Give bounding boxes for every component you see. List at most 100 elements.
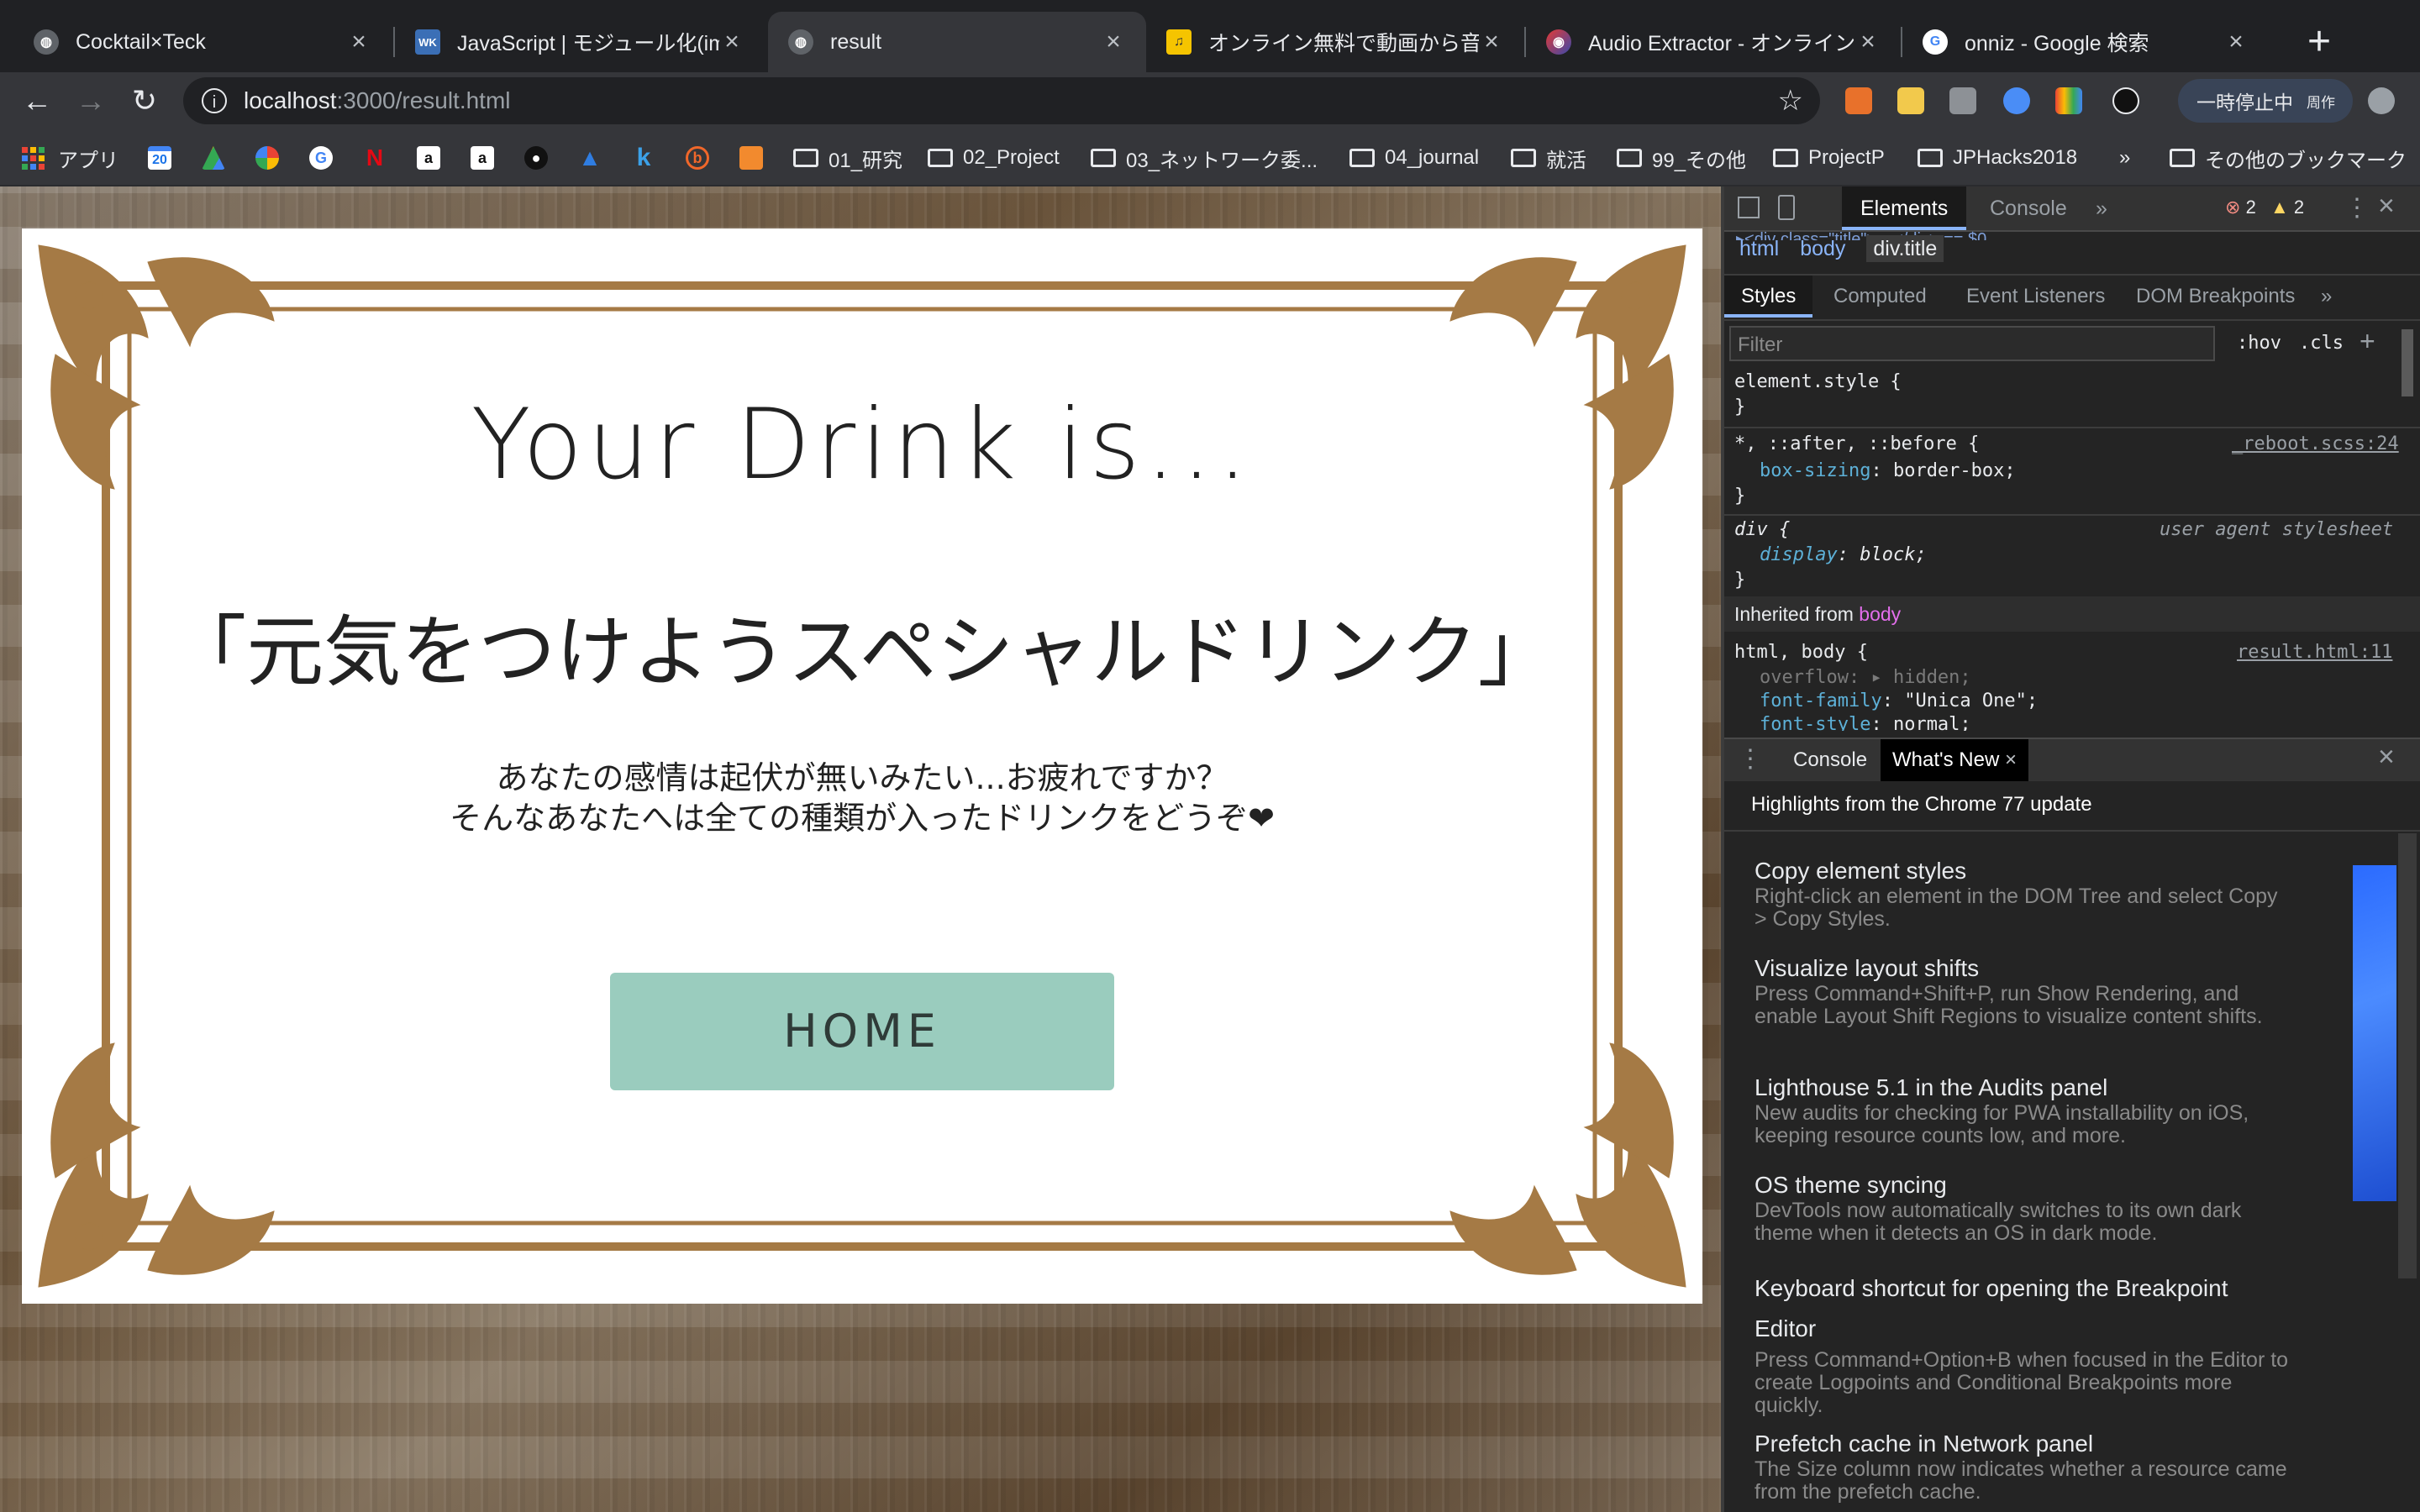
close-icon[interactable]: × xyxy=(719,28,744,56)
declaration[interactable]: box-sizing: border-box; xyxy=(1760,460,2016,481)
tab-console[interactable]: Console xyxy=(1971,186,2086,230)
declaration[interactable]: font-style: normal; xyxy=(1760,714,1971,731)
bookmark-folder-projectp[interactable]: ProjectP xyxy=(1773,139,1885,176)
bookmark-folder-network[interactable]: 03_ネットワーク委... xyxy=(1091,139,1318,176)
drawer-scrollbar[interactable] xyxy=(2398,833,2417,1278)
bookmark-folder-journal[interactable]: 04_journal xyxy=(1349,139,1479,176)
bookmark-box[interactable] xyxy=(739,139,763,176)
subtab-event-listeners[interactable]: Event Listeners xyxy=(1956,276,2115,318)
drawer-menu-icon[interactable]: ⋮ xyxy=(1738,744,1763,774)
address-bar[interactable]: i localhost:3000/result.html ☆ xyxy=(183,77,1820,124)
drawer-tab-whats-new[interactable]: What's New × xyxy=(1881,739,2028,781)
tab-javascript[interactable]: WK JavaScript | モジュール化(imp × xyxy=(395,12,765,72)
inspect-element-icon[interactable] xyxy=(1738,197,1760,218)
breadcrumb-body[interactable]: body xyxy=(1800,237,1845,260)
bookmark-netflix[interactable]: N xyxy=(363,139,387,176)
tab-audio-extractor[interactable]: ◉ Audio Extractor - オンラインで × xyxy=(1526,12,1901,72)
dark-mode-icon[interactable] xyxy=(2112,87,2139,114)
whats-new-item[interactable]: Prefetch cache in Network panel The Size… xyxy=(1754,1430,2292,1504)
tab-cocktail-teck[interactable]: ◍ Cocktail×Teck × xyxy=(13,12,392,72)
bookmark-b[interactable]: b xyxy=(686,139,709,176)
declaration[interactable]: overflow: ▸ hidden; xyxy=(1760,667,1971,688)
whats-new-item[interactable]: Copy element styles Right-click an eleme… xyxy=(1754,857,2292,931)
reload-button[interactable]: ↻ xyxy=(124,81,165,121)
subtab-styles[interactable]: Styles xyxy=(1724,276,1813,318)
close-icon[interactable]: × xyxy=(1855,28,1881,56)
extension-lightbulb-icon[interactable] xyxy=(1949,87,1976,114)
kebab-menu-icon[interactable]: ⋮ xyxy=(2344,193,2370,223)
source-link[interactable]: result.html:11 xyxy=(2237,642,2392,663)
bookmark-folder-other-bookmarks[interactable]: その他のブックマーク xyxy=(2170,139,2407,176)
source-link[interactable]: _reboot.scss:24 xyxy=(2232,433,2399,454)
rule-div[interactable]: div { xyxy=(1734,519,1790,540)
bookmark-google[interactable]: G xyxy=(309,139,333,176)
bookmark-folder-research[interactable]: 01_研究 xyxy=(793,139,902,176)
breadcrumb-div-title[interactable]: div.title xyxy=(1866,235,1944,262)
hover-state-toggle[interactable]: :hov xyxy=(2237,333,2281,354)
more-subtabs-button[interactable]: » xyxy=(2321,276,2332,318)
rule-source-link[interactable]: _reboot.scss:24 xyxy=(2232,433,2399,454)
whats-new-item[interactable]: Keyboard shortcut for opening the Breakp… xyxy=(1754,1268,2292,1417)
close-icon[interactable]: × xyxy=(1479,28,1504,56)
bookmarks-overflow-button[interactable]: » xyxy=(2119,139,2130,176)
bookmark-calendar[interactable]: 20 xyxy=(148,139,171,176)
rule-element-style[interactable]: element.style { xyxy=(1734,371,1902,392)
rule-universal[interactable]: *, ::after, ::before { xyxy=(1734,433,1979,454)
bookmark-amazon[interactable]: a xyxy=(417,139,440,176)
whats-new-item[interactable]: Visualize layout shifts Press Command+Sh… xyxy=(1754,954,2292,1028)
tab-audio-converter[interactable]: ♫ オンライン無料で動画から音声 × xyxy=(1146,12,1524,72)
more-tabs-button[interactable]: » xyxy=(2077,186,2126,230)
rule-html-body[interactable]: html, body { xyxy=(1734,642,1868,663)
info-icon[interactable]: i xyxy=(202,88,227,113)
close-drawer-icon[interactable]: × xyxy=(2378,741,2395,774)
update-icon[interactable] xyxy=(2368,87,2395,114)
close-devtools-icon[interactable]: × xyxy=(2378,190,2395,223)
bookmark-photos[interactable] xyxy=(255,139,279,176)
bookmark-amazon-2[interactable]: a xyxy=(471,139,494,176)
drawer-tab-console[interactable]: Console xyxy=(1778,739,1882,781)
tab-elements[interactable]: Elements xyxy=(1842,186,1967,230)
close-icon[interactable]: × xyxy=(2223,28,2249,56)
bookmark-folder-other99[interactable]: 99_その他 xyxy=(1617,139,1746,176)
bookmark-folder-project[interactable]: 02_Project xyxy=(928,139,1060,176)
whats-new-item[interactable]: OS theme syncing DevTools now automatica… xyxy=(1754,1171,2292,1245)
bookmark-k[interactable]: k xyxy=(632,139,655,176)
apps-shortcut[interactable]: アプリ xyxy=(22,139,118,176)
tab-result[interactable]: ◍ result × xyxy=(768,12,1146,72)
breadcrumb-html[interactable]: html xyxy=(1739,237,1779,260)
bookmark-drive[interactable] xyxy=(202,139,225,176)
close-icon[interactable]: × xyxy=(1101,28,1126,56)
subtab-computed[interactable]: Computed xyxy=(1823,276,1937,318)
back-button[interactable]: ← xyxy=(17,81,57,121)
error-count[interactable]: ⊗ 2 xyxy=(2225,197,2256,218)
close-icon[interactable]: × xyxy=(2005,748,2017,771)
styles-scrollbar[interactable] xyxy=(2402,329,2413,396)
folder-icon xyxy=(1091,149,1116,167)
class-toggle[interactable]: .cls xyxy=(2299,333,2344,354)
rule-source-link[interactable]: result.html:11 xyxy=(2237,642,2392,663)
bookmark-github[interactable]: ● xyxy=(524,139,548,176)
extension-multicolor-icon[interactable] xyxy=(2055,87,2082,114)
inherited-element-link[interactable]: body xyxy=(1859,603,1901,625)
device-toolbar-icon[interactable] xyxy=(1778,195,1795,220)
home-button[interactable]: HOME xyxy=(610,973,1114,1090)
forward-button[interactable]: → xyxy=(71,81,111,121)
extension-blue-icon[interactable] xyxy=(2003,87,2030,114)
styles-filter-input[interactable]: Filter xyxy=(1729,326,2215,361)
warning-count[interactable]: ▲ 2 xyxy=(2270,197,2304,218)
new-tab-button[interactable]: + xyxy=(2294,17,2344,67)
extension-yellow-icon[interactable] xyxy=(1897,87,1924,114)
declaration[interactable]: display: block; xyxy=(1760,544,1927,565)
bookmark-folder-jphacks[interactable]: JPHacks2018 xyxy=(1918,139,2077,176)
bookmark-folder-jobhunt[interactable]: 就活 xyxy=(1511,139,1586,176)
whats-new-item[interactable]: Lighthouse 5.1 in the Audits panel New a… xyxy=(1754,1074,2292,1147)
extension-orange-icon[interactable] xyxy=(1845,87,1872,114)
profile-paused-button[interactable]: 一時停止中 周作 xyxy=(2178,79,2353,123)
bookmark-star-icon[interactable]: ☆ xyxy=(1778,84,1803,118)
tab-google-search[interactable]: G onniz - Google 検索 × xyxy=(1902,12,2269,72)
subtab-dom-breakpoints[interactable]: DOM Breakpoints xyxy=(2126,276,2305,318)
close-icon[interactable]: × xyxy=(346,28,371,56)
bookmark-azure[interactable]: ▲ xyxy=(578,139,602,176)
new-style-rule-button[interactable]: + xyxy=(2360,326,2375,357)
declaration[interactable]: font-family: "Unica One"; xyxy=(1760,690,2038,711)
